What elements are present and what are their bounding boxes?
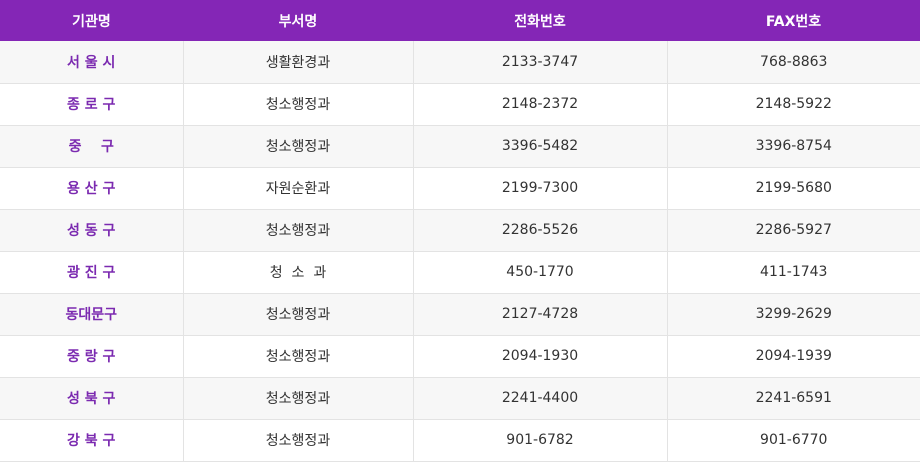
table-row: 광 진 구 청 소 과 450-1770 411-1743	[0, 251, 920, 294]
header-department: 부서명	[183, 0, 413, 41]
fax-cell: 768-8863	[667, 41, 920, 84]
fax-cell: 2199-5680	[667, 167, 920, 210]
fax-cell: 3299-2629	[667, 293, 920, 336]
organization-cell: 동대문구	[0, 293, 184, 336]
department-cell: 청 소 과	[183, 251, 414, 294]
phone-cell: 2127-4728	[413, 293, 668, 336]
organization-cell: 성 동 구	[0, 209, 184, 252]
department-cell: 청소행정과	[183, 83, 414, 126]
table-body: 서 울 시 생활환경과 2133-3747 768-8863 종 로 구 청소행…	[0, 41, 920, 462]
table-row: 강 북 구 청소행정과 901-6782 901-6770	[0, 419, 920, 462]
phone-cell: 2286-5526	[413, 209, 668, 252]
fax-cell: 2241-6591	[667, 377, 920, 420]
fax-cell: 2286-5927	[667, 209, 920, 252]
organization-cell: 광 진 구	[0, 251, 184, 294]
phone-cell: 2148-2372	[413, 83, 668, 126]
department-cell: 생활환경과	[183, 41, 414, 84]
fax-cell: 2148-5922	[667, 83, 920, 126]
phone-cell: 3396-5482	[413, 125, 668, 168]
fax-cell: 411-1743	[667, 251, 920, 294]
table-row: 용 산 구 자원순환과 2199-7300 2199-5680	[0, 167, 920, 210]
phone-cell: 2241-4400	[413, 377, 668, 420]
header-phone: 전화번호	[413, 0, 667, 41]
table-row: 성 북 구 청소행정과 2241-4400 2241-6591	[0, 377, 920, 420]
phone-cell: 2094-1930	[413, 335, 668, 378]
phone-cell: 901-6782	[413, 419, 668, 462]
department-cell: 청소행정과	[183, 335, 414, 378]
table-row: 성 동 구 청소행정과 2286-5526 2286-5927	[0, 209, 920, 252]
table-row: 서 울 시 생활환경과 2133-3747 768-8863	[0, 41, 920, 84]
table-header: 기관명 부서명 전화번호 FAX번호	[0, 0, 920, 41]
phone-cell: 2133-3747	[413, 41, 668, 84]
department-cell: 청소행정과	[183, 419, 414, 462]
organization-cell: 중 구	[0, 125, 184, 168]
header-row: 기관명 부서명 전화번호 FAX번호	[0, 0, 920, 41]
table-row: 종 로 구 청소행정과 2148-2372 2148-5922	[0, 83, 920, 126]
header-organization: 기관명	[0, 0, 183, 41]
phone-cell: 2199-7300	[413, 167, 668, 210]
fax-cell: 901-6770	[667, 419, 920, 462]
fax-cell: 2094-1939	[667, 335, 920, 378]
organization-cell: 성 북 구	[0, 377, 184, 420]
department-contact-table: 기관명 부서명 전화번호 FAX번호 서 울 시 생활환경과 2133-3747…	[0, 0, 920, 462]
organization-cell: 용 산 구	[0, 167, 184, 210]
table-row: 중 구 청소행정과 3396-5482 3396-8754	[0, 125, 920, 168]
header-fax: FAX번호	[667, 0, 920, 41]
table-row: 중 랑 구 청소행정과 2094-1930 2094-1939	[0, 335, 920, 378]
organization-cell: 종 로 구	[0, 83, 184, 126]
department-cell: 청소행정과	[183, 209, 414, 252]
table-row: 동대문구 청소행정과 2127-4728 3299-2629	[0, 293, 920, 336]
department-cell: 자원순환과	[183, 167, 414, 210]
department-cell: 청소행정과	[183, 377, 414, 420]
organization-cell: 서 울 시	[0, 41, 184, 84]
organization-cell: 강 북 구	[0, 419, 184, 462]
organization-cell: 중 랑 구	[0, 335, 184, 378]
department-cell: 청소행정과	[183, 125, 414, 168]
department-cell: 청소행정과	[183, 293, 414, 336]
phone-cell: 450-1770	[413, 251, 668, 294]
fax-cell: 3396-8754	[667, 125, 920, 168]
